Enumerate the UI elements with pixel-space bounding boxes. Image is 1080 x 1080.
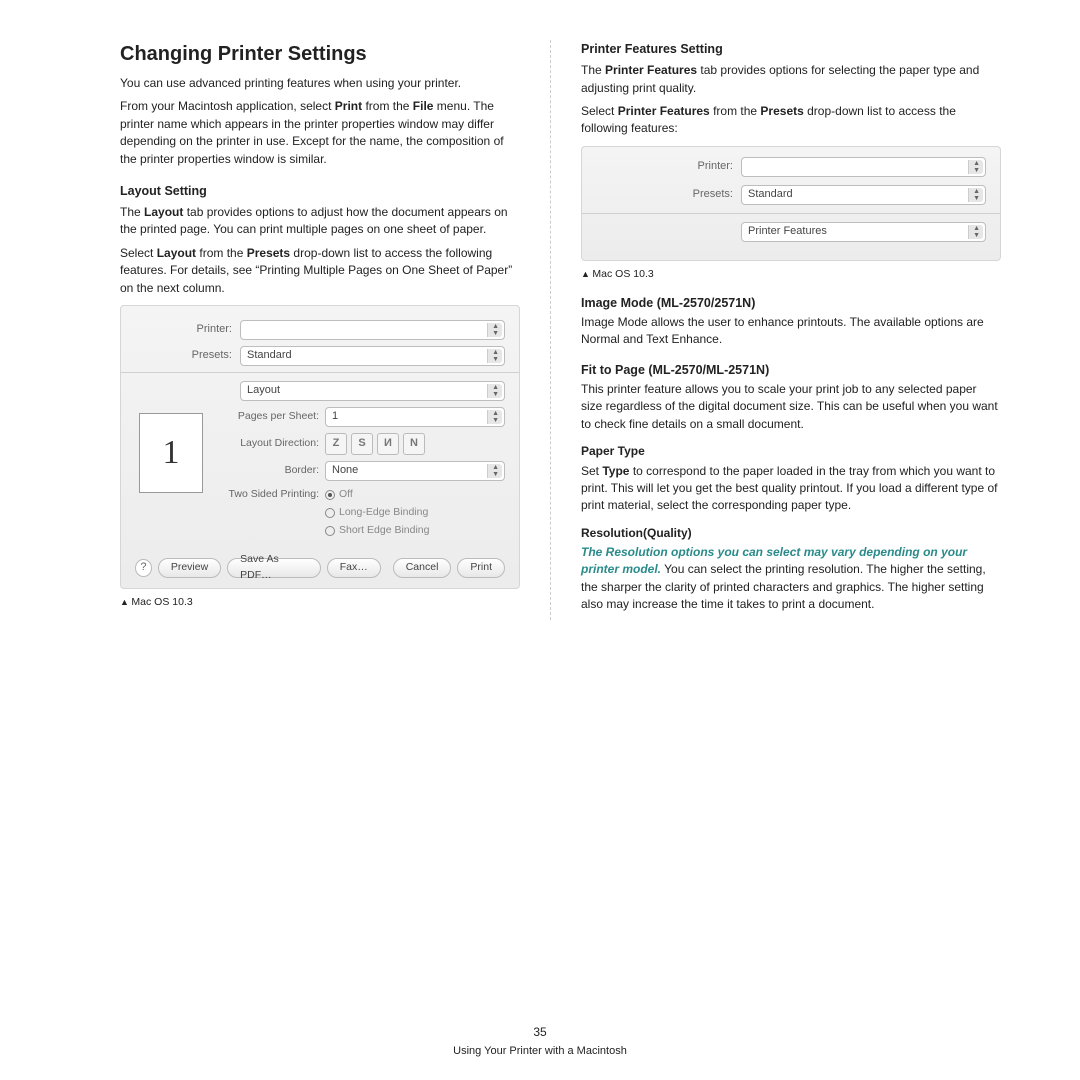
layout-paragraph-1: The Layout tab provides options to adjus… [120, 204, 520, 239]
page-preview-icon: 1 [139, 413, 203, 493]
save-pdf-button[interactable]: Save As PDF… [227, 558, 321, 578]
pf-paragraph-1: The Printer Features tab provides option… [581, 62, 1001, 97]
border-select[interactable]: None▲▼ [325, 461, 505, 481]
direction-option-1[interactable]: Z [325, 433, 347, 455]
image-mode-heading: Image Mode (ML-2570/2571N) [581, 294, 1001, 312]
column-divider [550, 40, 551, 620]
dialog-caption-left: Mac OS 10.3 [120, 595, 520, 610]
two-sided-short[interactable]: Short Edge Binding [325, 523, 429, 538]
resolution-body: The Resolution options you can select ma… [581, 544, 1001, 614]
fit-to-page-heading: Fit to Page (ML-2570/ML-2571N) [581, 361, 1001, 379]
printer-label: Printer: [135, 322, 240, 338]
right-column: Printer Features Setting The Printer Fea… [581, 40, 1001, 620]
print-button[interactable]: Print [457, 558, 505, 578]
layout-paragraph-2: Select Layout from the Presets drop-down… [120, 245, 520, 297]
print-dialog-layout: Printer: ▲▼ Presets: Standard▲▼ Layout▲▼… [120, 305, 520, 589]
border-label: Border: [217, 463, 325, 478]
direction-option-2[interactable]: S [351, 433, 373, 455]
layout-setting-heading: Layout Setting [120, 182, 520, 200]
fit-to-page-body: This printer feature allows you to scale… [581, 381, 1001, 433]
page-title: Changing Printer Settings [120, 40, 520, 69]
intro-paragraph-2: From your Macintosh application, select … [120, 98, 520, 168]
pf-paragraph-2: Select Printer Features from the Presets… [581, 103, 1001, 138]
section-select[interactable]: Layout▲▼ [240, 381, 505, 401]
cancel-button[interactable]: Cancel [393, 558, 452, 578]
direction-option-3[interactable]: И [377, 433, 399, 455]
left-column: Changing Printer Settings You can use ad… [120, 40, 520, 620]
pages-per-sheet-label: Pages per Sheet: [217, 409, 325, 424]
image-mode-body: Image Mode allows the user to enhance pr… [581, 314, 1001, 349]
presets-label: Presets: [135, 348, 240, 364]
intro-paragraph: You can use advanced printing features w… [120, 75, 520, 92]
fax-button[interactable]: Fax… [327, 558, 381, 578]
preview-button[interactable]: Preview [158, 558, 221, 578]
printer-select[interactable]: ▲▼ [240, 320, 505, 340]
page-number: 35 [0, 1024, 1080, 1041]
dialog-caption-right: Mac OS 10.3 [581, 267, 1001, 282]
layout-direction-label: Layout Direction: [217, 436, 325, 451]
two-sided-label: Two Sided Printing: [217, 487, 325, 502]
printer-select-2[interactable]: ▲▼ [741, 157, 986, 177]
presets-select[interactable]: Standard▲▼ [240, 346, 505, 366]
paper-type-heading: Paper Type [581, 443, 1001, 460]
pages-per-sheet-select[interactable]: 1▲▼ [325, 407, 505, 427]
section-select-2[interactable]: Printer Features▲▼ [741, 222, 986, 242]
chapter-title: Using Your Printer with a Macintosh [453, 1045, 627, 1057]
print-dialog-features: Printer: ▲▼ Presets: Standard▲▼ Printer … [581, 146, 1001, 261]
page-footer: 35 Using Your Printer with a Macintosh [0, 1024, 1080, 1060]
resolution-heading: Resolution(Quality) [581, 525, 1001, 542]
presets-select-2[interactable]: Standard▲▼ [741, 185, 986, 205]
two-sided-off[interactable]: Off [325, 487, 429, 502]
direction-option-4[interactable]: N [403, 433, 425, 455]
presets-label-2: Presets: [596, 187, 741, 203]
printer-features-heading: Printer Features Setting [581, 40, 1001, 58]
paper-type-body: Set Type to correspond to the paper load… [581, 463, 1001, 515]
two-sided-long[interactable]: Long-Edge Binding [325, 505, 429, 520]
help-button[interactable]: ? [135, 559, 152, 577]
printer-label-2: Printer: [596, 159, 741, 175]
